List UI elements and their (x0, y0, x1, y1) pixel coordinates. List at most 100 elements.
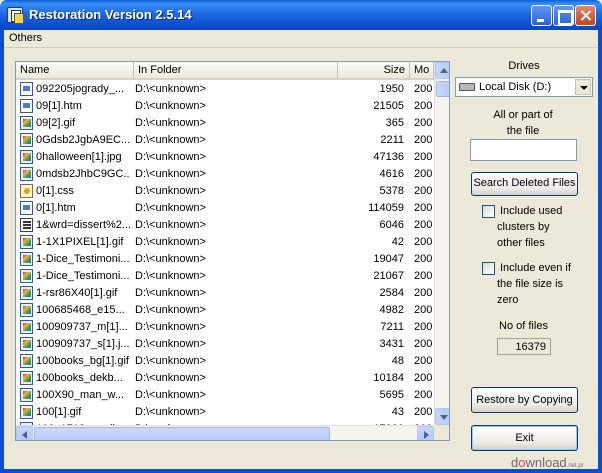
cell-name: 100685468_e15... (36, 304, 125, 316)
cell-modified: 200 (414, 236, 433, 248)
cell-size: 19047 (373, 253, 404, 265)
include-used-clusters-checkbox[interactable] (482, 205, 495, 218)
column-size[interactable]: Size (338, 62, 410, 80)
scroll-up-button[interactable] (435, 62, 449, 79)
table-row[interactable]: 0halloween[1].jpg D:\<unknown> 47136 200 (16, 149, 434, 166)
table-row[interactable]: 0mdsb2JhbC9GC... D:\<unknown> 4616 200 (16, 166, 434, 183)
table-row[interactable]: 1-rsr86X40[1].gif D:\<unknown> 2584 200 (16, 285, 434, 302)
cell-name: 0mdsb2JhbC9GC... (36, 168, 130, 180)
cell-folder: D:\<unknown> (135, 372, 206, 384)
table-row[interactable]: 100books_dekb... D:\<unknown> 10184 200 (16, 370, 434, 387)
table-row[interactable]: 100books_bg[1].gif D:\<unknown> 48 200 (16, 353, 434, 370)
cell-folder: D:\<unknown> (135, 338, 206, 350)
cell-modified: 200 (414, 168, 433, 180)
cell-folder: D:\<unknown> (135, 321, 206, 333)
cell-modified: 200 (414, 83, 433, 95)
cell-size: 4616 (379, 168, 404, 180)
column-in-folder[interactable]: In Folder (134, 62, 338, 80)
cell-size: 3431 (379, 338, 404, 350)
menu-others[interactable]: Others (9, 32, 42, 44)
download-watermark: download.net.pl (511, 455, 583, 470)
cell-folder: D:\<unknown> (135, 219, 206, 231)
img-file-icon (20, 235, 33, 249)
watermark-tld: .net.pl (566, 463, 584, 469)
table-row[interactable]: 1-Dice_Testimoni... D:\<unknown> 19047 200 (16, 251, 434, 268)
cell-modified: 200 (414, 372, 433, 384)
cell-modified: 200 (414, 270, 433, 282)
include-used-label-line1: Include used (500, 205, 563, 217)
cell-size: 6046 (379, 219, 404, 231)
cell-modified: 200 (414, 219, 433, 231)
table-row[interactable]: 100[1].gif D:\<unknown> 43 200 (16, 404, 434, 421)
table-row[interactable]: 0[1].htm D:\<unknown> 114059 200 (16, 200, 434, 217)
cell-folder: D:\<unknown> (135, 185, 206, 197)
filename-label-line1: All or part of (493, 109, 553, 121)
minimize-button[interactable] (531, 5, 552, 26)
cell-size: 2584 (379, 287, 404, 299)
cell-name: 0[1].css (36, 185, 74, 197)
cell-modified: 200 (414, 185, 433, 197)
scroll-left-button[interactable] (16, 426, 33, 440)
window-title: Restoration Version 2.5.14 (29, 7, 192, 22)
vertical-scroll-thumb[interactable] (436, 81, 449, 97)
table-row[interactable]: 100X90_man_w... D:\<unknown> 5695 200 (16, 387, 434, 404)
table-row[interactable]: 09[1].htm D:\<unknown> 21505 200 (16, 98, 434, 115)
cell-size: 7211 (380, 321, 404, 333)
cell-size: 5695 (379, 389, 404, 401)
chevron-down-icon[interactable] (575, 79, 591, 95)
horizontal-scroll-thumb[interactable] (34, 427, 330, 440)
drives-label: Drives (508, 60, 540, 72)
restore-by-copying-button[interactable]: Restore by Copying (471, 387, 578, 413)
scroll-right-button[interactable] (417, 426, 434, 440)
table-row[interactable]: 100909737_s[1].j... D:\<unknown> 3431 200 (16, 336, 434, 353)
cell-name: 0halloween[1].jpg (36, 151, 122, 163)
table-row[interactable]: 100909737_m[1]... D:\<unknown> 7211 200 (16, 319, 434, 336)
table-row[interactable]: 1&wrd=dissert%2... D:\<unknown> 6046 200 (16, 217, 434, 234)
close-button[interactable] (575, 5, 596, 26)
file-list[interactable]: Name In Folder Size Mo 092205jogrady_...… (15, 61, 450, 441)
include-zero-size-checkbox[interactable] (482, 262, 495, 275)
cell-folder: D:\<unknown> (135, 304, 206, 316)
watermark-part2: wnload (525, 455, 567, 470)
cell-modified: 200 (414, 151, 433, 163)
cell-size: 2211 (380, 134, 404, 146)
cell-size: 21505 (373, 100, 404, 112)
cell-name: 100909737_m[1]... (36, 321, 128, 333)
cell-size: 47136 (373, 151, 404, 163)
cell-folder: D:\<unknown> (135, 355, 206, 367)
cell-modified: 200 (414, 406, 433, 418)
horizontal-scrollbar[interactable] (16, 425, 434, 440)
filename-input[interactable] (470, 139, 577, 161)
number-of-files-label: No of files (499, 320, 548, 332)
exit-button[interactable]: Exit (471, 425, 578, 451)
cell-name: 09[1].htm (36, 100, 82, 112)
img-file-icon (20, 133, 33, 147)
table-row[interactable]: 0Gdsb2JgbA9EC... D:\<unknown> 2211 200 (16, 132, 434, 149)
column-modified[interactable]: Mo (410, 62, 434, 80)
table-row[interactable]: 0[1].css D:\<unknown> 5378 200 (16, 183, 434, 200)
drive-select[interactable]: Local Disk (D:) (455, 77, 593, 97)
cell-name: 1-1X1PIXEL[1].gif (36, 236, 124, 248)
cell-size: 5378 (379, 185, 404, 197)
table-row[interactable]: 09[2].gif D:\<unknown> 365 200 (16, 115, 434, 132)
img-file-icon (20, 354, 33, 368)
htm-file-icon (20, 99, 33, 113)
search-deleted-files-button[interactable]: Search Deleted Files (471, 172, 578, 196)
table-row[interactable]: 1-Dice_Testimoni... D:\<unknown> 21067 200 (16, 268, 434, 285)
img-file-icon (20, 371, 33, 385)
img-file-icon (20, 405, 33, 419)
cell-folder: D:\<unknown> (135, 253, 206, 265)
maximize-button[interactable] (553, 5, 574, 26)
img-file-icon (20, 252, 33, 266)
scroll-down-button[interactable] (435, 408, 449, 425)
table-row[interactable]: 100685468_e15... D:\<unknown> 4982 200 (16, 302, 434, 319)
column-name[interactable]: Name (16, 62, 134, 80)
cell-size: 21067 (373, 270, 404, 282)
table-row[interactable]: 092205jogrady_... D:\<unknown> 1950 200 (16, 81, 434, 98)
number-of-files-value: 16379 (497, 338, 551, 355)
cell-folder: D:\<unknown> (135, 83, 206, 95)
vertical-scrollbar[interactable] (434, 62, 449, 425)
cell-size: 43 (391, 406, 404, 418)
menu-bar: Others (4, 30, 598, 48)
table-row[interactable]: 1-1X1PIXEL[1].gif D:\<unknown> 42 200 (16, 234, 434, 251)
